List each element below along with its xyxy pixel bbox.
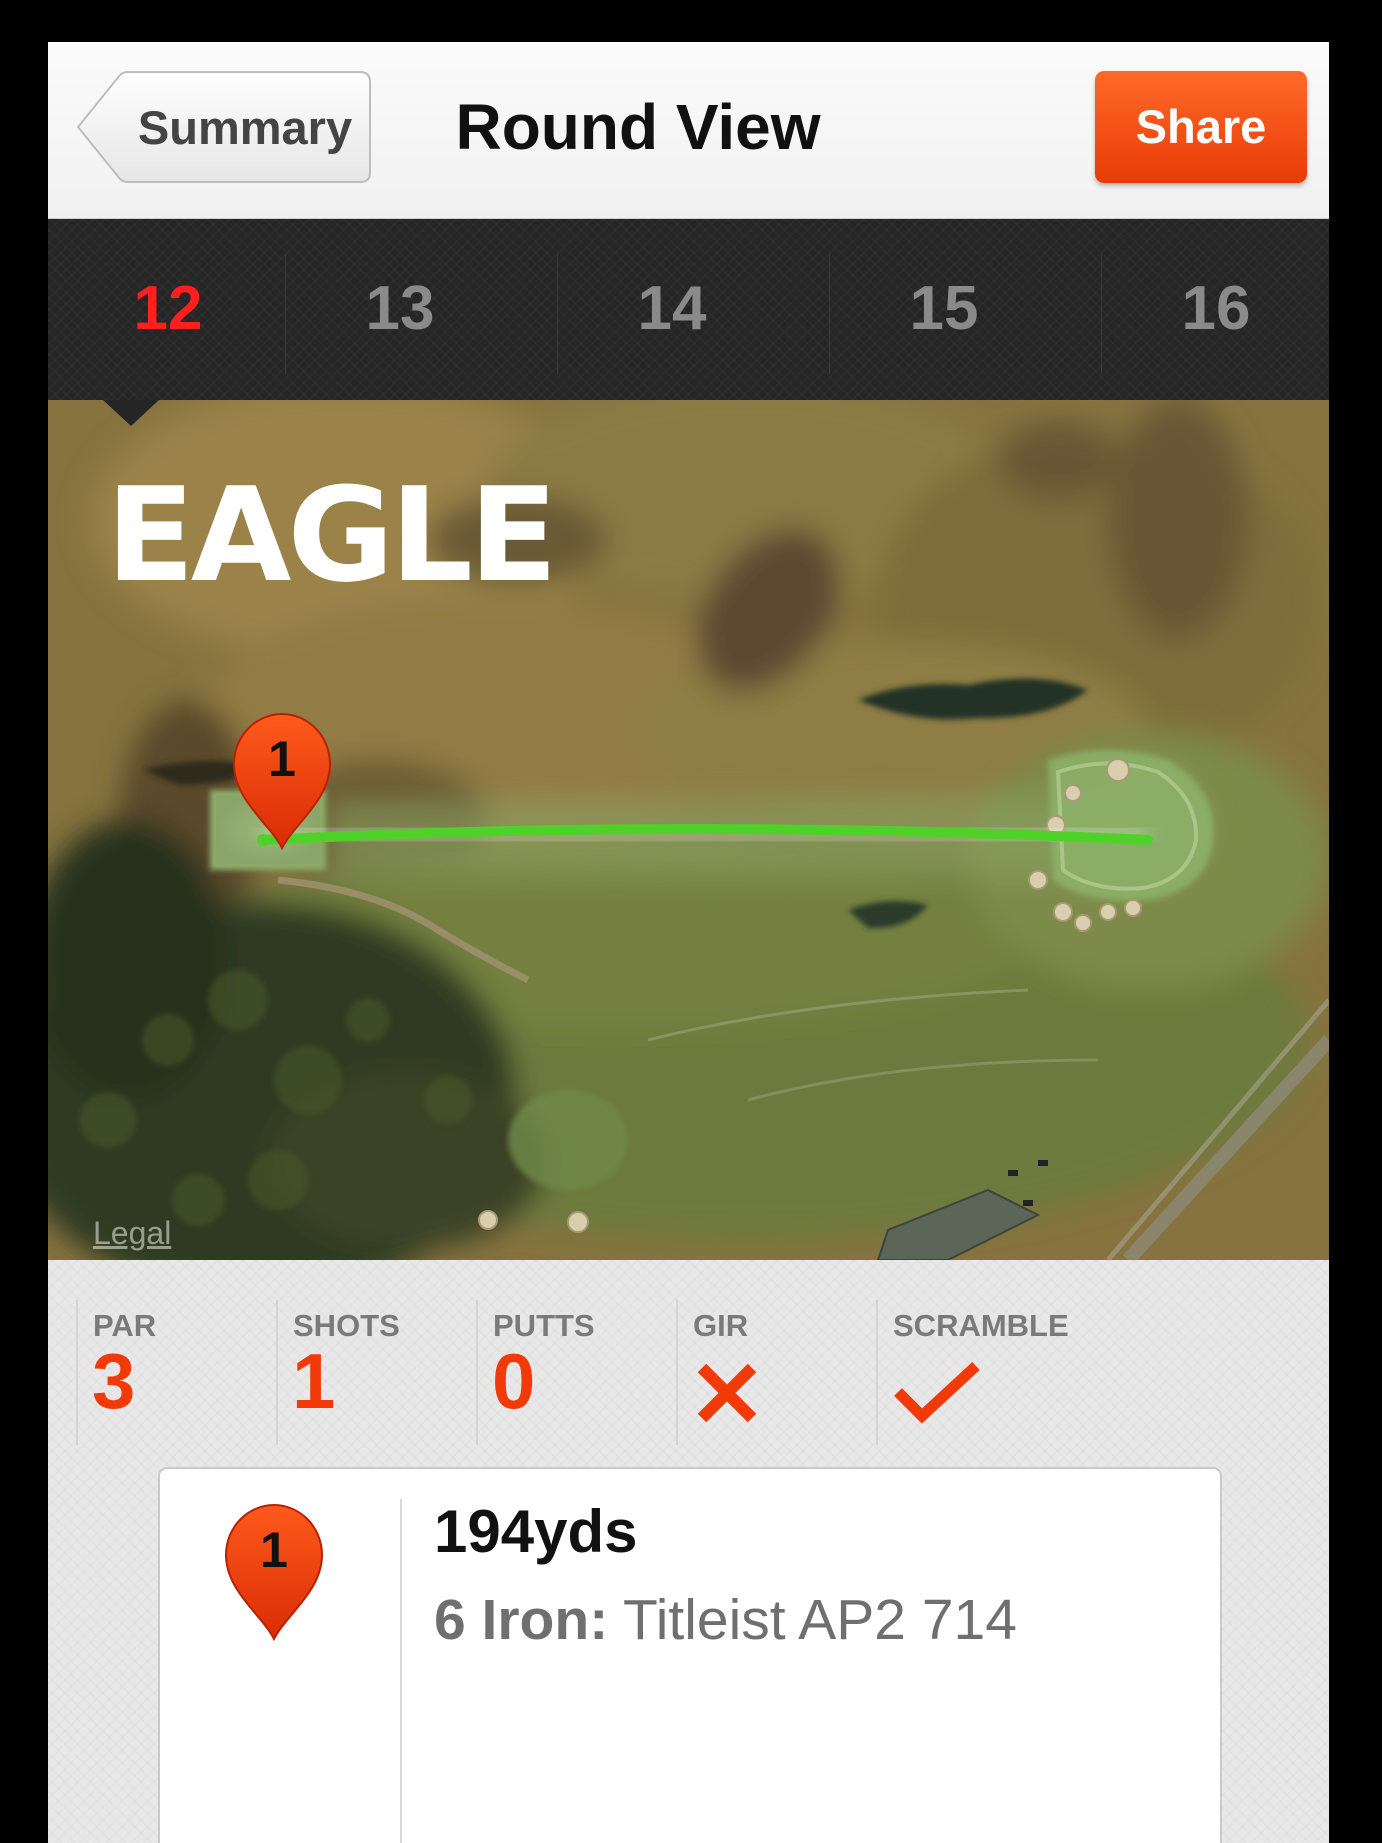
- selected-hole-pointer: [103, 400, 159, 426]
- hole-tab-16[interactable]: 16: [1126, 249, 1306, 369]
- stat-par: PAR 3: [76, 1300, 278, 1445]
- stat-shots: SHOTS 1: [276, 1300, 478, 1445]
- legal-link[interactable]: Legal: [93, 1215, 171, 1252]
- map-pin-number: 1: [268, 731, 296, 787]
- stat-par-value: 3: [92, 1337, 136, 1425]
- stat-putts-value: 0: [492, 1337, 536, 1425]
- shot-club-line: 6 Iron: Titleist AP2 714: [434, 1587, 1017, 1653]
- screen: Summary Round View Share 12 13 14 15 16: [48, 42, 1329, 1843]
- hole-result-label: EAGLE: [106, 459, 558, 611]
- stat-gir-label: GIR: [693, 1308, 749, 1343]
- hole-tab-14[interactable]: 14: [582, 249, 762, 369]
- shot-number: 1: [260, 1522, 288, 1578]
- stat-gir: GIR: [676, 1300, 878, 1445]
- stat-shots-value: 1: [292, 1337, 336, 1425]
- stat-scramble-label: SCRAMBLE: [893, 1308, 1069, 1343]
- shot-card[interactable]: 1 194yds 6 Iron: Titleist AP2 714: [158, 1467, 1222, 1843]
- hole-tab-15[interactable]: 15: [854, 249, 1034, 369]
- hole-tab-13[interactable]: 13: [310, 249, 490, 369]
- shot-marker-pin[interactable]: 1: [228, 708, 336, 852]
- check-icon: [894, 1361, 980, 1424]
- page-title: Round View: [455, 91, 821, 163]
- back-button[interactable]: Summary: [68, 71, 372, 184]
- shot-club: 6 Iron:: [434, 1588, 609, 1652]
- stat-putts: PUTTS 0: [476, 1300, 678, 1445]
- share-button[interactable]: Share: [1095, 71, 1307, 183]
- shot-ball: Titleist AP2 714: [623, 1588, 1017, 1652]
- back-button-label: Summary: [137, 101, 353, 154]
- cross-icon: [697, 1363, 757, 1423]
- hole-tab-12[interactable]: 12: [78, 249, 258, 369]
- hole-selector: 12 13 14 15 16: [48, 219, 1329, 426]
- nav-bar: Summary Round View Share: [48, 42, 1329, 219]
- hole-divider: [285, 254, 286, 374]
- hole-divider: [557, 254, 558, 374]
- shot-number-pin: 1: [220, 1499, 328, 1643]
- hole-stats-panel: PAR 3 SHOTS 1 PUTTS 0 GIR SCRAMBLE 1 194…: [48, 1260, 1329, 1843]
- hole-divider: [829, 254, 830, 374]
- hole-divider: [1101, 254, 1102, 374]
- card-divider: [400, 1499, 402, 1843]
- hole-map[interactable]: EAGLE 1 Legal: [48, 400, 1329, 1260]
- shot-distance: 194yds: [434, 1498, 638, 1565]
- stat-scramble: SCRAMBLE: [876, 1300, 1118, 1445]
